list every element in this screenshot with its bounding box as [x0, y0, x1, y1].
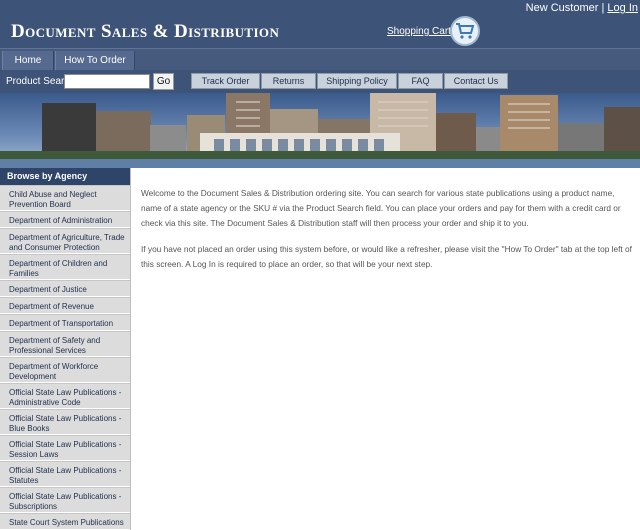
agency-sidebar: Browse by Agency Child Abuse and Neglect…	[0, 168, 131, 530]
sidebar-item-agriculture[interactable]: Department of Agriculture, Trade and Con…	[0, 228, 130, 254]
sidebar-item-state-court-publications[interactable]: State Court System Publications	[0, 513, 130, 530]
sidebar-item-revenue[interactable]: Department of Revenue	[0, 297, 130, 314]
sidebar-item-blue-books[interactable]: Official State Law Publications - Blue B…	[0, 409, 130, 435]
sidebar-item-subscriptions[interactable]: Official State Law Publications - Subscr…	[0, 487, 130, 513]
account-links: New Customer | Log In	[526, 2, 638, 14]
shopping-cart-link[interactable]: Shopping Cart	[387, 26, 451, 37]
skyline-banner	[0, 93, 640, 168]
site-title: Document Sales & Distribution	[11, 21, 280, 42]
sidebar-item-workforce-development[interactable]: Department of Workforce Development	[0, 357, 130, 383]
sidebar-item-safety-professional-services[interactable]: Department of Safety and Professional Se…	[0, 331, 130, 357]
new-customer-link[interactable]: New Customer	[526, 2, 599, 14]
sidebar-item-session-laws[interactable]: Official State Law Publications - Sessio…	[0, 435, 130, 461]
instructions-paragraph: If you have not placed an order using th…	[141, 244, 632, 269]
subnav-track-order[interactable]: Track Order	[191, 73, 260, 89]
subnav-returns[interactable]: Returns	[261, 73, 316, 89]
sidebar-item-statutes[interactable]: Official State Law Publications - Statut…	[0, 461, 130, 487]
search-go-button[interactable]: Go	[153, 73, 174, 90]
sidebar-item-child-abuse-prevention-board[interactable]: Child Abuse and Neglect Prevention Board	[0, 185, 130, 211]
subnav-contact-us[interactable]: Contact Us	[444, 73, 508, 89]
nav-home[interactable]: Home	[2, 51, 54, 70]
link-separator: |	[601, 2, 605, 14]
shopping-cart-icon[interactable]	[450, 16, 480, 46]
sidebar-item-administrative-code[interactable]: Official State Law Publications - Admini…	[0, 383, 130, 409]
product-search-input[interactable]	[64, 74, 150, 89]
login-link[interactable]: Log In	[607, 2, 638, 14]
header: Document Sales & Distribution New Custom…	[0, 0, 640, 48]
sidebar-item-justice[interactable]: Department of Justice	[0, 280, 130, 297]
subnav-faq[interactable]: FAQ	[398, 73, 443, 89]
nav-how-to-order[interactable]: How To Order	[55, 51, 135, 70]
primary-nav: Home How To Order	[0, 48, 640, 70]
subnav-shipping-policy[interactable]: Shipping Policy	[317, 73, 397, 89]
sidebar-item-children-families[interactable]: Department of Children and Families	[0, 254, 130, 280]
welcome-paragraph: Welcome to the Document Sales & Distribu…	[141, 188, 621, 228]
search-bar: Product Search: Go Track Order Returns S…	[0, 70, 640, 93]
sidebar-heading: Browse by Agency	[0, 168, 130, 185]
main-content: Welcome to the Document Sales & Distribu…	[141, 186, 637, 283]
sidebar-item-administration[interactable]: Department of Administration	[0, 211, 130, 228]
sidebar-item-transportation[interactable]: Department of Transportation	[0, 314, 130, 331]
